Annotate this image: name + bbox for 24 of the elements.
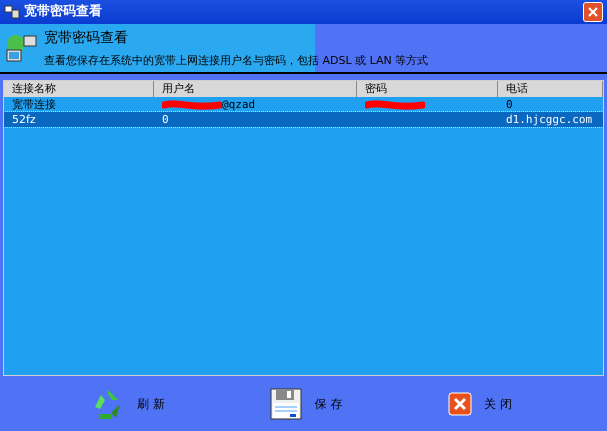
table-cell: @qzad — [222, 97, 256, 112]
column-header[interactable]: 连接名称 — [4, 81, 154, 97]
header-description: 查看您保存在系统中的宽带上网连接用户名与密码，包括 ADSL 或 LAN 等方式 — [44, 53, 428, 69]
table-cell: d1.hjcggc.com — [506, 112, 592, 127]
close-icon — [448, 392, 472, 416]
column-header[interactable]: 电话 — [498, 81, 603, 97]
table-row[interactable]: 52fz 0 d1.hjcggc.com — [4, 112, 603, 127]
redaction-scribble — [162, 98, 222, 110]
table-cell: 0 — [506, 97, 513, 112]
table-row[interactable]: 宽带连接 @qzad 0 — [4, 97, 603, 112]
computer-icon — [4, 4, 20, 20]
table-cell: 52fz — [12, 112, 36, 127]
table-cell: 宽带连接 — [12, 97, 56, 112]
column-header[interactable]: 用户名 — [154, 81, 357, 97]
toolbar-button[interactable]: 刷新 — [90, 386, 169, 420]
header-title: 宽带密码查看 — [44, 29, 129, 48]
toolbar-button[interactable]: 保存 — [270, 388, 346, 420]
redaction-scribble — [365, 98, 425, 110]
table-cell: 0 — [162, 112, 169, 127]
close-button[interactable] — [583, 2, 603, 22]
close-icon — [588, 7, 598, 17]
toolbar-button[interactable]: 关闭 — [448, 392, 516, 416]
window-title: 宽带密码查看 — [24, 2, 102, 22]
column-header[interactable]: 密码 — [357, 81, 498, 97]
